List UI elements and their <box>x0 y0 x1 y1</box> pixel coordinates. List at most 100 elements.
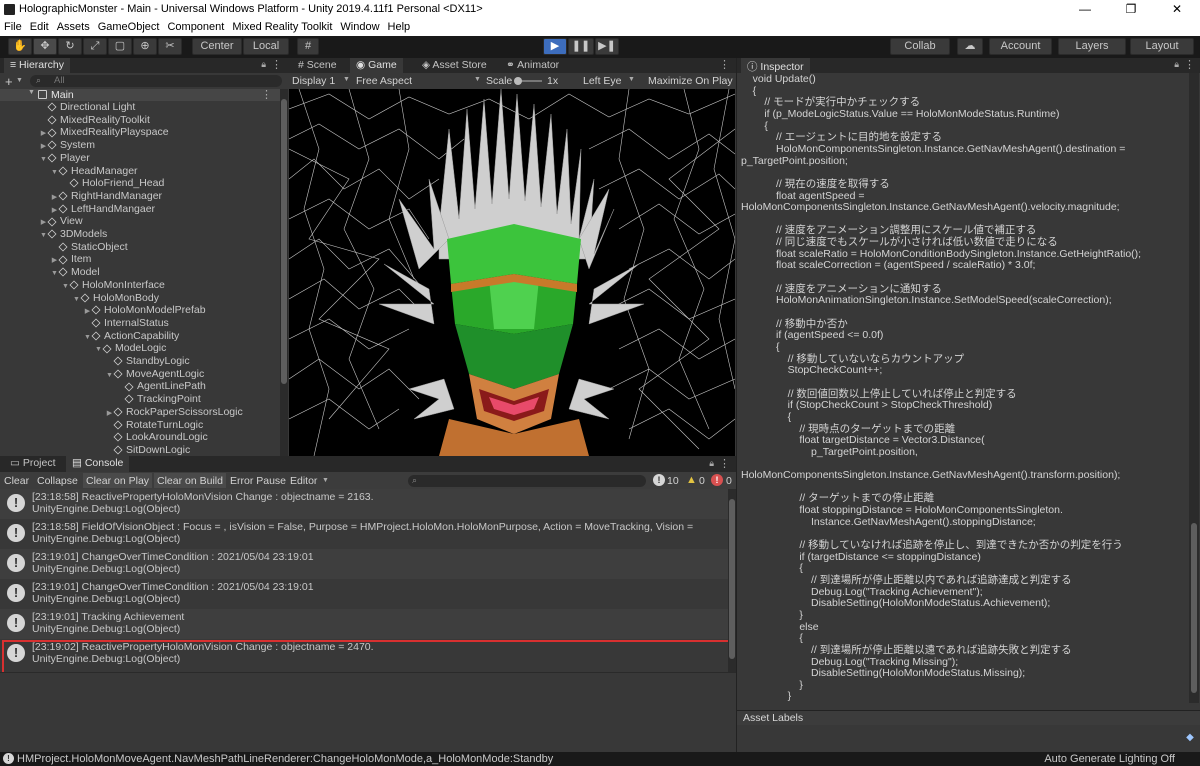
console-clear-on-build-button[interactable]: Clear on Build <box>154 473 226 488</box>
scale-slider-thumb[interactable] <box>514 77 522 85</box>
console-clear-on-play-button[interactable]: Clear on Play <box>83 473 153 488</box>
console-lock-icon[interactable]: 🔒︎ <box>709 458 714 469</box>
collapse-arrow-icon[interactable]: ▼ <box>94 343 103 356</box>
collapse-arrow-icon[interactable]: ▼ <box>105 369 114 382</box>
asset-labels-header[interactable]: Asset Labels <box>737 710 1200 725</box>
collapse-arrow-icon[interactable]: ▼ <box>50 166 59 179</box>
maximize-on-play-toggle[interactable]: Maximize On Play <box>648 75 733 87</box>
rect-tool-icon[interactable]: ▢ <box>108 38 132 55</box>
tab-scene[interactable]: # Scene <box>292 58 343 73</box>
hierarchy-item[interactable]: ▶ HoloMonModelPrefab <box>83 304 206 317</box>
tab-animator[interactable]: ⚭ Animator <box>500 58 565 73</box>
tab-hierarchy[interactable]: ≡ Hierarchy <box>4 58 70 73</box>
pivot-center-button[interactable]: Center <box>192 38 242 55</box>
scene-row[interactable]: ▼ Main ⋮ <box>0 89 288 101</box>
editor-dropdown-icon[interactable]: ▼ <box>322 477 329 484</box>
pause-button[interactable]: ❚❚ <box>568 38 594 55</box>
hierarchy-item[interactable]: ▶ System <box>39 139 95 152</box>
hierarchy-item[interactable]: ▼ HeadManager <box>50 165 138 178</box>
console-clear-button[interactable]: Clear <box>4 475 29 487</box>
console-scroll-thumb[interactable] <box>729 499 735 659</box>
hierarchy-item[interactable]: LookAroundLogic <box>105 431 208 444</box>
hierarchy-item[interactable]: SitDownLogic <box>105 444 190 456</box>
hierarchy-scroll-thumb[interactable] <box>281 99 287 384</box>
console-error-pause-button[interactable]: Error Pause <box>230 475 286 487</box>
tab-inspector[interactable]: ⓘ Inspector <box>741 58 810 73</box>
menu-help[interactable]: Help <box>384 19 415 33</box>
account-dropdown[interactable]: Account <box>989 38 1052 55</box>
hierarchy-item[interactable]: ▼ HoloMonBody <box>72 292 159 305</box>
tag-icon[interactable]: ◆ <box>1183 732 1197 746</box>
inspector-scroll-thumb[interactable] <box>1191 523 1197 693</box>
display-dropdown[interactable]: Display 1 <box>292 75 335 87</box>
console-search-input[interactable]: ⌕ <box>408 475 646 487</box>
collapse-arrow-icon[interactable]: ▼ <box>39 153 48 166</box>
console-collapse-button[interactable]: Collapse <box>37 475 78 487</box>
minimize-button[interactable]: — <box>1062 0 1108 19</box>
warning-count-icon[interactable]: ▲ <box>686 474 697 486</box>
hierarchy-item[interactable]: ▶ View <box>39 215 83 228</box>
scale-tool-icon[interactable]: ⤢ <box>83 38 107 55</box>
menu-component[interactable]: Component <box>163 19 228 33</box>
grid-snap-icon[interactable]: # <box>297 38 319 55</box>
hierarchy-item[interactable]: ▶ Item <box>50 253 92 266</box>
hierarchy-item[interactable]: ▼ 3DModels <box>39 228 107 241</box>
collapse-arrow-icon[interactable]: ▼ <box>61 280 70 293</box>
hand-tool-icon[interactable]: ✋ <box>8 38 32 55</box>
eye-dropdown[interactable]: Left Eye <box>583 75 622 87</box>
hierarchy-item[interactable]: ▼ ActionCapability <box>83 330 179 343</box>
step-button[interactable]: ▶❚ <box>595 38 619 55</box>
scale-slider[interactable] <box>514 77 542 85</box>
cloud-icon[interactable]: ☁ <box>957 38 983 55</box>
menu-edit[interactable]: Edit <box>26 19 53 33</box>
lock-icon[interactable]: 🔒︎ <box>261 59 266 70</box>
hierarchy-item[interactable]: ▶ LeftHandMangaer <box>50 203 155 216</box>
hierarchy-item[interactable]: Directional Light <box>39 101 135 114</box>
script-source-view[interactable]: void Update() { // モードが実行中かチェックする if (p_… <box>741 73 1189 703</box>
hierarchy-item[interactable]: ▼ Model <box>50 266 100 279</box>
layers-dropdown[interactable]: Layers <box>1058 38 1126 55</box>
hierarchy-item[interactable]: ▼ ModeLogic <box>94 342 166 355</box>
search-input[interactable]: ⌕ All <box>30 75 282 87</box>
maximize-button[interactable]: ❐ <box>1108 0 1154 19</box>
display-dropdown-icon[interactable]: ▼ <box>343 76 350 83</box>
pivot-local-button[interactable]: Local <box>243 38 289 55</box>
hierarchy-item[interactable]: RotateTurnLogic <box>105 419 203 432</box>
console-entry[interactable]: ! [23:19:01] ChangeOverTimeCondition : 2… <box>0 579 728 609</box>
transform-tool-icon[interactable]: ⊕ <box>133 38 157 55</box>
game-view[interactable] <box>289 89 735 456</box>
hierarchy-item[interactable]: ▼ HoloMonInterface <box>61 279 165 292</box>
scene-menu-icon[interactable]: ⋮ <box>261 88 272 101</box>
menu-assets[interactable]: Assets <box>53 19 94 33</box>
aspect-dropdown-icon[interactable]: ▼ <box>474 76 481 83</box>
console-editor-dropdown[interactable]: Editor <box>290 475 317 487</box>
console-entry[interactable]: ! [23:18:58] ReactivePropertyHoloMonVisi… <box>0 489 728 519</box>
console-entry[interactable]: ! [23:19:01] Tracking Achievement UnityE… <box>0 609 728 639</box>
hierarchy-scrollbar[interactable] <box>280 89 288 456</box>
menu-file[interactable]: File <box>0 19 26 33</box>
collapse-arrow-icon[interactable]: ▼ <box>50 267 59 280</box>
hierarchy-item[interactable]: StaticObject <box>50 241 128 254</box>
hierarchy-item[interactable]: ▶ MixedRealityPlayspace <box>39 126 169 139</box>
error-count-icon[interactable]: ! <box>711 474 723 486</box>
collapse-arrow-icon[interactable]: ▼ <box>83 331 92 344</box>
inspector-scrollbar[interactable] <box>1189 73 1199 703</box>
inspector-lock-icon[interactable]: 🔒︎ <box>1174 59 1179 70</box>
scene-expand-icon[interactable]: ▼ <box>28 89 35 96</box>
log-count-icon[interactable]: ! <box>653 474 665 486</box>
hierarchy-item[interactable]: ▼ MoveAgentLogic <box>105 368 204 381</box>
eye-dropdown-icon[interactable]: ▼ <box>628 76 635 83</box>
console-menu-icon[interactable]: ⋮ <box>719 457 730 470</box>
hierarchy-item[interactable]: AgentLinePath <box>116 380 206 393</box>
collapse-arrow-icon[interactable]: ▼ <box>39 229 48 242</box>
panel-menu-icon[interactable]: ⋮ <box>271 58 282 71</box>
menu-mixed-reality-toolkit[interactable]: Mixed Reality Toolkit <box>228 19 336 33</box>
tab-project[interactable]: ▭ Project <box>4 456 62 472</box>
collapse-arrow-icon[interactable]: ▼ <box>72 293 81 306</box>
custom-tool-icon[interactable]: ✂ <box>158 38 182 55</box>
hierarchy-item[interactable]: MixedRealityToolkit <box>39 114 150 127</box>
hierarchy-item[interactable]: ▼ Player <box>39 152 90 165</box>
close-button[interactable]: ✕ <box>1154 0 1200 19</box>
hierarchy-item[interactable]: ▶ RockPaperScissorsLogic <box>105 406 243 419</box>
layout-dropdown[interactable]: Layout <box>1130 38 1194 55</box>
